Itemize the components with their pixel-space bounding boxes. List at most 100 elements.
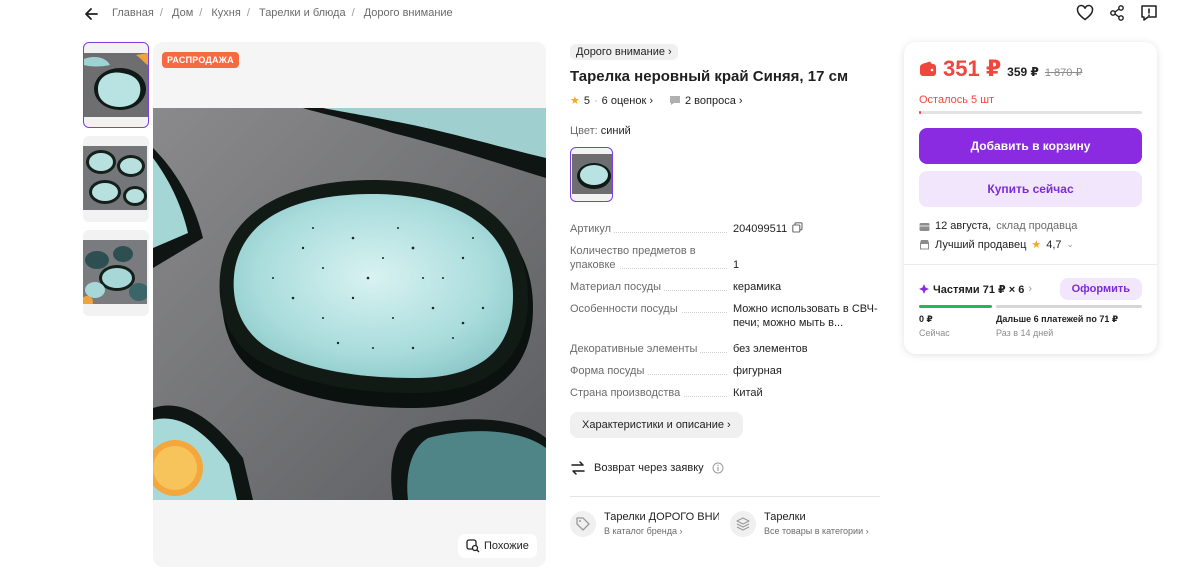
split-later-sub: Раз в 14 дней bbox=[996, 328, 1054, 338]
spec-key: Страна производства bbox=[570, 387, 684, 399]
rating-row: ★ 5 · 6 оценок › 2 вопроса › bbox=[570, 94, 743, 108]
price-old: 1 870 ₽ bbox=[1044, 67, 1083, 79]
thumbnail-list bbox=[83, 42, 149, 324]
brand-catalog-sub: В каталог бренда bbox=[604, 526, 678, 536]
spec-row: Форма посуды фигурная bbox=[570, 364, 882, 378]
split-label: Частями 71 ₽ × 6 bbox=[933, 283, 1025, 296]
spec-row: Артикул 204099511 bbox=[570, 222, 882, 236]
return-row: Возврат через заявку bbox=[570, 460, 882, 476]
spec-key: Особенности посуды bbox=[570, 303, 681, 315]
spec-value: 1 bbox=[732, 259, 740, 271]
delivery-date: 12 августа, bbox=[935, 220, 992, 232]
category-sub: Все товары в категории bbox=[764, 526, 864, 536]
split-details: 0 ₽ Сейчас Дальше 6 платежей по 71 ₽ Раз… bbox=[919, 314, 1142, 338]
spec-key: Декоративные элементы bbox=[570, 343, 701, 355]
buy-now-button[interactable]: Купить сейчас bbox=[919, 171, 1142, 207]
price-row: 351 ₽ 359 ₽ 1 870 ₽ bbox=[919, 56, 1082, 82]
brand-catalog-title: Тарелки ДОРОГО ВНИМАНИЕ bbox=[604, 511, 719, 523]
breadcrumb: Главная / Дом / Кухня / Тарелки и блюда / До… bbox=[112, 7, 453, 19]
chevron-down-icon: ⌄ bbox=[1066, 239, 1075, 249]
main-product-image[interactable]: РАСПРОДАЖА Похожие bbox=[153, 42, 546, 567]
split-later-value: Дальше 6 платежей по 71 ₽ bbox=[996, 314, 1119, 324]
split-payment-row: Частями 71 ₽ × 6 › Оформить bbox=[919, 278, 1142, 300]
breadcrumb-item[interactable]: Дом bbox=[172, 7, 193, 19]
stock-left: Осталось 5 шт bbox=[919, 94, 995, 106]
color-value: синий bbox=[600, 125, 631, 137]
thumbnail-3[interactable] bbox=[83, 230, 149, 316]
rating-value: 5 bbox=[583, 94, 590, 107]
specs-table: Артикул 204099511 Количество предметов в… bbox=[570, 222, 882, 400]
breadcrumb-item[interactable]: Кухня bbox=[211, 7, 240, 19]
product-photo bbox=[153, 108, 546, 500]
add-to-cart-button[interactable]: Добавить в корзину bbox=[919, 128, 1142, 164]
split-now-value: 0 ₽ bbox=[919, 314, 933, 324]
tag-icon bbox=[570, 511, 596, 537]
divider bbox=[570, 496, 880, 497]
questions-link[interactable]: 2 вопроса › bbox=[685, 95, 743, 107]
brand-name: Дорого внимание bbox=[576, 46, 665, 58]
return-label: Возврат через заявку bbox=[594, 462, 704, 474]
similar-search-icon bbox=[466, 539, 480, 553]
seller-label: Лучший продавец bbox=[935, 238, 1027, 251]
similar-label: Похожие bbox=[484, 540, 529, 552]
price-main: 351 ₽ bbox=[943, 56, 1002, 81]
split-label-wrap[interactable]: Частями 71 ₽ × 6 › bbox=[919, 283, 1032, 296]
delivery-box-icon bbox=[919, 222, 930, 231]
return-arrows-icon bbox=[571, 461, 585, 475]
share-icon[interactable] bbox=[1108, 4, 1126, 22]
split-apply-button[interactable]: Оформить bbox=[1059, 278, 1142, 300]
spec-value: керамика bbox=[732, 281, 782, 293]
breadcrumb-item[interactable]: Главная bbox=[112, 7, 154, 19]
thumbnail-1[interactable] bbox=[83, 42, 149, 128]
thumbnail-2[interactable] bbox=[83, 136, 149, 222]
spec-row: Декоративные элементы без элементов bbox=[570, 342, 882, 356]
buy-panel: 351 ₽ 359 ₽ 1 870 ₽ Осталось 5 шт Добави… bbox=[904, 42, 1157, 354]
characteristics-button[interactable]: Характеристики и описание › bbox=[570, 412, 743, 438]
category-title: Тарелки bbox=[764, 511, 806, 523]
related-links: Тарелки ДОРОГО ВНИМАНИЕ В каталог бренда… bbox=[570, 511, 882, 537]
price-card: 359 ₽ bbox=[1007, 65, 1039, 79]
wallet-icon bbox=[920, 61, 936, 76]
stock-bar bbox=[919, 111, 1142, 114]
heart-icon[interactable] bbox=[1076, 4, 1094, 22]
delivery-where: склад продавца bbox=[996, 220, 1078, 232]
spec-value: Можно использовать в СВЧ-печи; можно мыт… bbox=[732, 303, 878, 329]
top-bar: Главная / Дом / Кухня / Тарелки и блюда / До… bbox=[0, 0, 1200, 28]
layers-icon bbox=[730, 511, 756, 537]
brand-catalog-link[interactable]: Тарелки ДОРОГО ВНИМАНИЕ В каталог бренда… bbox=[570, 511, 720, 537]
similar-button[interactable]: Похожие bbox=[458, 534, 537, 558]
breadcrumb-item[interactable]: Дорого внимание bbox=[364, 7, 453, 19]
product-info: Дорого внимание › Тарелка неровный край … bbox=[570, 42, 882, 537]
split-now-sub: Сейчас bbox=[919, 328, 950, 338]
divider bbox=[904, 264, 1157, 265]
spec-key: Форма посуды bbox=[570, 365, 648, 377]
spec-row: Количество предметов в упаковке 1 bbox=[570, 244, 882, 272]
reviews-link[interactable]: 6 оценок › bbox=[602, 95, 653, 107]
spec-value: без элементов bbox=[732, 343, 808, 355]
star-icon: ★ bbox=[570, 95, 580, 107]
breadcrumb-item[interactable]: Тарелки и блюда bbox=[259, 7, 346, 19]
sale-badge: РАСПРОДАЖА bbox=[162, 52, 239, 68]
info-icon[interactable] bbox=[712, 462, 724, 474]
back-arrow-icon[interactable] bbox=[82, 5, 100, 23]
copy-icon[interactable] bbox=[792, 222, 803, 233]
seller-row[interactable]: Лучший продавец ★ 4,7 ⌄ bbox=[919, 238, 1074, 251]
spec-row: Особенности посуды Можно использовать в … bbox=[570, 302, 882, 330]
spec-value: Китай bbox=[732, 387, 763, 399]
color-swatch-blue[interactable] bbox=[570, 147, 613, 202]
delivery-row: 12 августа, склад продавца bbox=[919, 220, 1077, 232]
split-icon bbox=[919, 284, 929, 294]
shop-icon bbox=[920, 240, 929, 250]
brand-chip[interactable]: Дорого внимание › bbox=[570, 44, 678, 60]
category-link[interactable]: Тарелки Все товары в категории › bbox=[730, 511, 880, 537]
color-label: Цвет: синий bbox=[570, 125, 631, 137]
star-icon: ★ bbox=[1031, 239, 1042, 251]
report-icon[interactable] bbox=[1140, 4, 1158, 22]
spec-value: фигурная bbox=[732, 365, 782, 377]
spec-row: Материал посуды керамика bbox=[570, 280, 882, 294]
spec-value: 204099511 bbox=[733, 222, 882, 236]
question-bubble-icon bbox=[670, 96, 680, 105]
split-progress bbox=[919, 305, 1142, 308]
seller-rating: 4,7 bbox=[1046, 238, 1062, 251]
spec-key: Материал посуды bbox=[570, 281, 665, 293]
